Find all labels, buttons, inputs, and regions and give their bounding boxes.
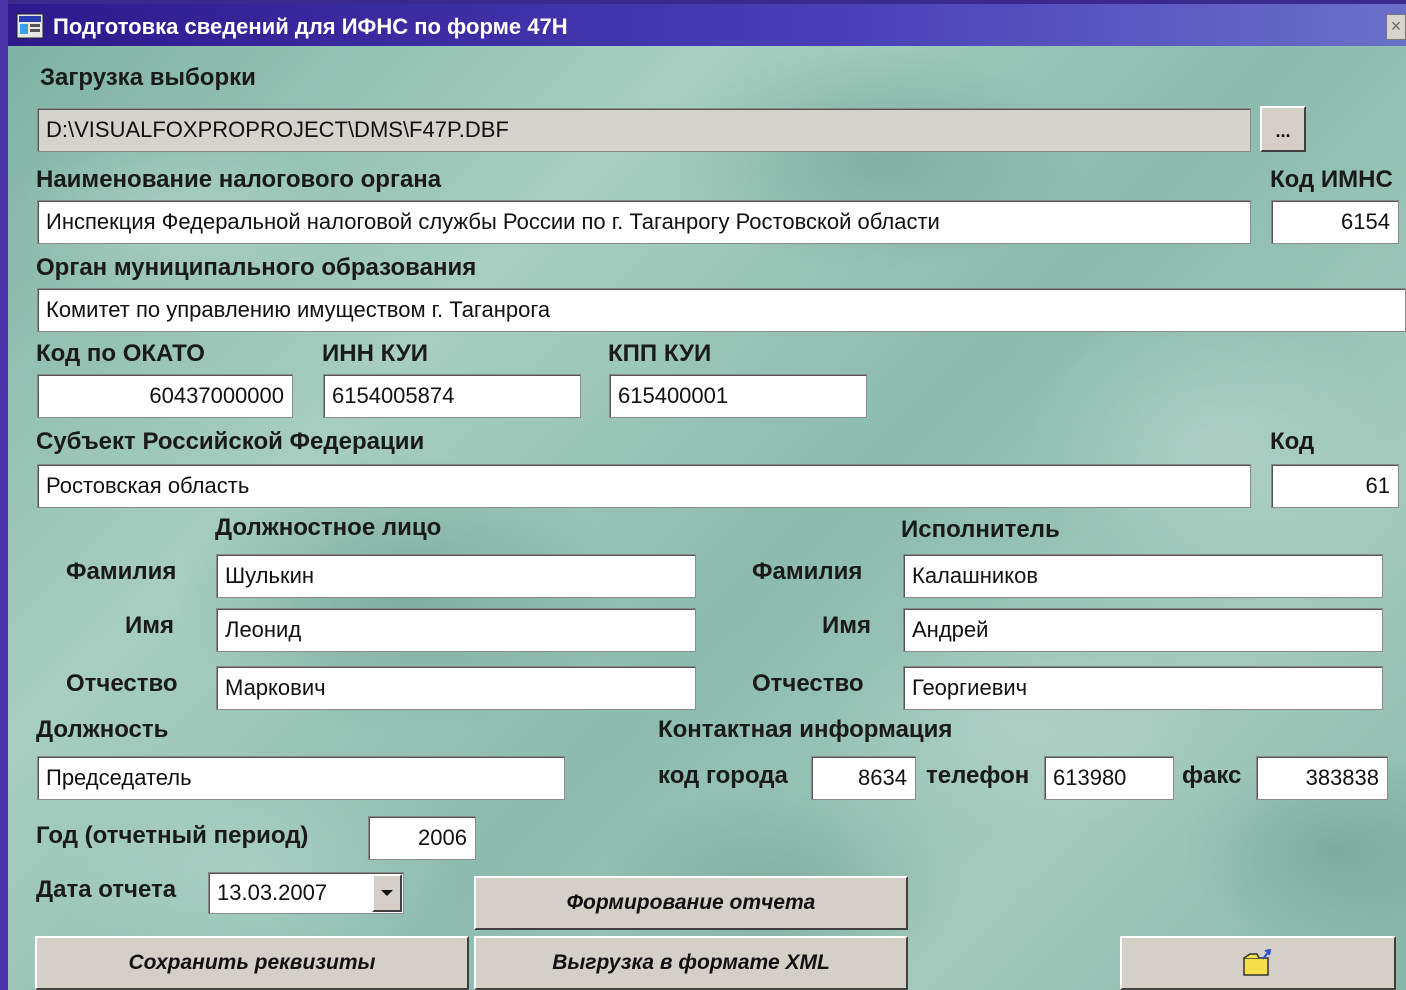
browse-button[interactable]: ... (1260, 106, 1306, 152)
official-name-label: Имя (125, 612, 175, 639)
okato-field[interactable]: 60437000000 (37, 374, 293, 418)
phone-label: телефон (926, 762, 1030, 789)
official-patronymic-label: Отчество (66, 670, 178, 697)
chevron-down-icon (381, 890, 393, 896)
export-xml-button[interactable]: Выгрузка в формате XML (474, 936, 908, 990)
inn-label: ИНН КУИ (322, 340, 429, 367)
exit-button[interactable] (1120, 936, 1396, 990)
window-frame-left (0, 0, 8, 990)
contact-heading: Контактная информация (658, 716, 953, 743)
inn-field[interactable]: 6154005874 (323, 374, 581, 418)
form-body: Загрузка выборки D:\VISUALFOXPROPROJECT\… (8, 46, 1406, 990)
position-label: Должность (36, 716, 169, 743)
year-label: Год (отчетный период) (36, 822, 309, 849)
fax-field[interactable]: 383838 (1256, 756, 1388, 800)
folder-exit-icon (1243, 949, 1272, 976)
executor-name-field[interactable]: Андрей (903, 608, 1383, 652)
subject-label: Субъект Российской Федерации (36, 428, 425, 455)
report-date-dropdown-button[interactable] (372, 874, 402, 912)
imns-code-label: Код ИМНС (1270, 166, 1393, 193)
municipal-label: Орган муниципального образования (36, 254, 477, 281)
phone-field[interactable]: 613980 (1044, 756, 1174, 800)
executor-surname-label: Фамилия (752, 558, 863, 585)
subject-field[interactable]: Ростовская область (37, 464, 1251, 508)
position-field[interactable]: Председатель (37, 756, 565, 800)
load-label: Загрузка выборки (40, 64, 256, 91)
municipal-field[interactable]: Комитет по управлению имуществом г. Тага… (37, 288, 1406, 332)
executor-patronymic-label: Отчество (752, 670, 864, 697)
executor-patronymic-field[interactable]: Георгиевич (903, 666, 1383, 710)
imns-code-field[interactable]: 6154 (1271, 200, 1399, 244)
official-heading: Должностное лицо (215, 514, 442, 541)
report-date-label: Дата отчета (36, 876, 177, 903)
generate-report-button[interactable]: Формирование отчета (474, 876, 908, 930)
file-path-field[interactable]: D:\VISUALFOXPROPROJECT\DMS\F47P.DBF (37, 108, 1251, 152)
official-patronymic-field[interactable]: Маркович (216, 666, 696, 710)
kpp-label: КПП КУИ (608, 340, 712, 367)
app-icon (16, 13, 44, 39)
tax-authority-field[interactable]: Инспекция Федеральной налоговой службы Р… (37, 200, 1251, 244)
executor-heading: Исполнитель (901, 516, 1060, 543)
window-title: Подготовка сведений для ИФНС по форме 47… (53, 14, 568, 39)
official-name-field[interactable]: Леонид (216, 608, 696, 652)
close-button[interactable]: × (1386, 14, 1406, 40)
official-surname-field[interactable]: Шулькин (216, 554, 696, 598)
fax-label: факс (1182, 762, 1242, 789)
save-details-button[interactable]: Сохранить реквизиты (35, 936, 469, 990)
subject-code-label: Код (1270, 428, 1315, 455)
okato-label: Код по ОКАТО (36, 340, 205, 367)
tax-authority-label: Наименование налогового органа (36, 166, 442, 193)
official-surname-label: Фамилия (66, 558, 177, 585)
subject-code-field[interactable]: 61 (1271, 464, 1399, 508)
executor-surname-field[interactable]: Калашников (903, 554, 1383, 598)
city-code-label: код города (658, 762, 788, 789)
city-code-field[interactable]: 8634 (811, 756, 916, 800)
executor-name-label: Имя (822, 612, 872, 639)
kpp-field[interactable]: 615400001 (609, 374, 867, 418)
title-bar[interactable]: Подготовка сведений для ИФНС по форме 47… (8, 4, 1406, 46)
form-window: Подготовка сведений для ИФНС по форме 47… (8, 4, 1406, 990)
report-date-value: 13.03.2007 (217, 880, 328, 905)
year-field[interactable]: 2006 (368, 816, 476, 860)
